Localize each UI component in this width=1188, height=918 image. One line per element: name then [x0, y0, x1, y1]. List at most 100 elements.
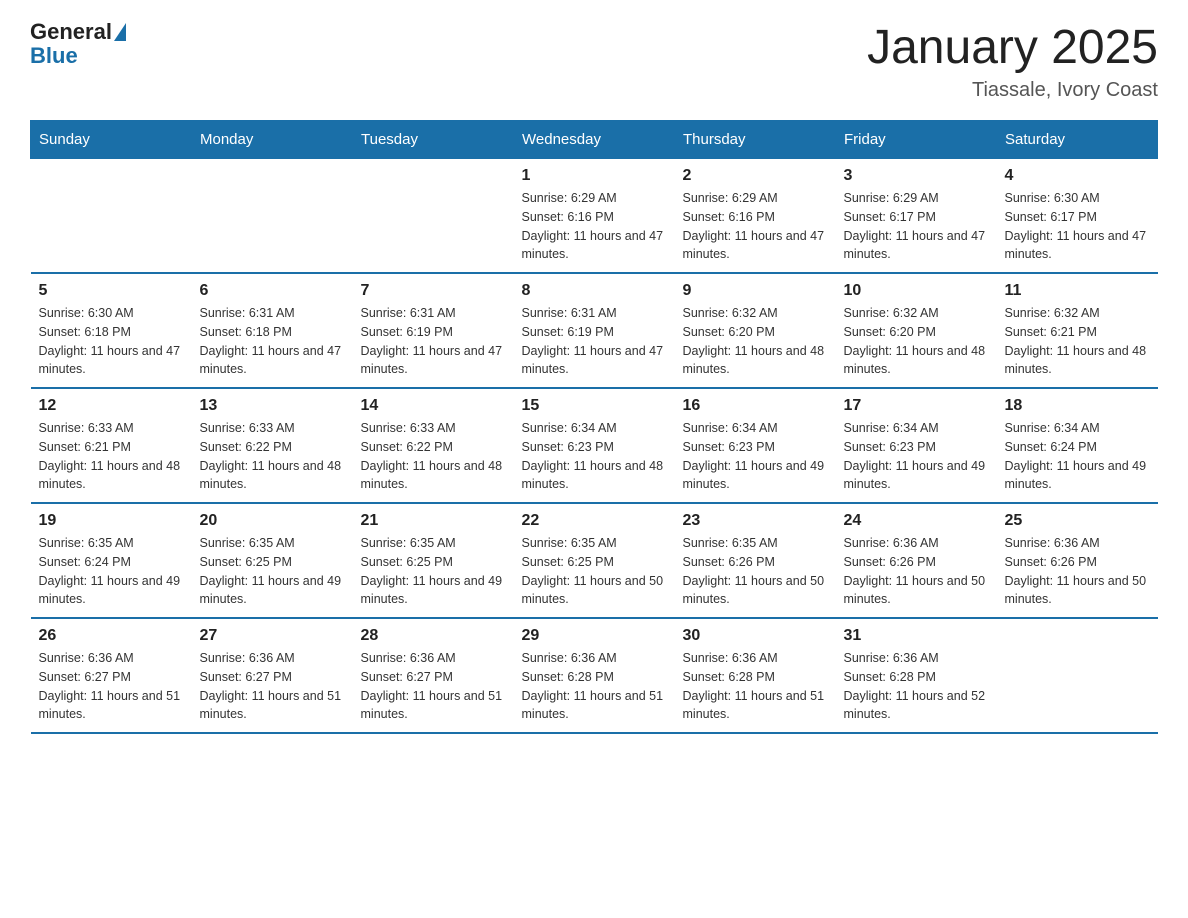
day-number: 25 — [1005, 512, 1150, 530]
day-info: Sunrise: 6:35 AMSunset: 6:25 PMDaylight:… — [522, 534, 667, 609]
calendar-cell: 9Sunrise: 6:32 AMSunset: 6:20 PMDaylight… — [675, 273, 836, 388]
calendar-cell: 16 Sunrise: 6:34 AMSunset: 6:23 PMDayligh… — [675, 388, 836, 503]
day-number: 15 — [522, 397, 667, 415]
calendar-cell: 12Sunrise: 6:33 AMSunset: 6:21 PMDayligh… — [31, 388, 192, 503]
day-number: 11 — [1005, 282, 1150, 300]
page-header: General Blue January 2025 Tiassale, Ivor… — [30, 20, 1158, 102]
calendar-cell: 5 Sunrise: 6:30 AMSunset: 6:18 PMDaylight… — [31, 273, 192, 388]
calendar-cell: 15 Sunrise: 6:34 AMSunset: 6:23 PMDayligh… — [514, 388, 675, 503]
day-info: Sunrise: 6:36 AMSunset: 6:28 PMDaylight:… — [683, 649, 828, 724]
calendar-cell: 20Sunrise: 6:35 AMSunset: 6:25 PMDayligh… — [192, 503, 353, 618]
calendar-body: 1 Sunrise: 6:29 AMSunset: 6:16 PMDaylight… — [31, 159, 1158, 734]
calendar-cell: 6 Sunrise: 6:31 AMSunset: 6:18 PMDaylight… — [192, 273, 353, 388]
week-row-4: 19Sunrise: 6:35 AMSunset: 6:24 PMDayligh… — [31, 503, 1158, 618]
calendar-cell: 29Sunrise: 6:36 AMSunset: 6:28 PMDayligh… — [514, 618, 675, 733]
calendar-cell: 30 Sunrise: 6:36 AMSunset: 6:28 PMDayligh… — [675, 618, 836, 733]
logo-triangle-icon — [114, 23, 126, 41]
day-info: Sunrise: 6:31 AMSunset: 6:18 PMDaylight:… — [200, 304, 345, 379]
weekday-header-saturday: Saturday — [997, 121, 1158, 159]
calendar-cell: 27Sunrise: 6:36 AMSunset: 6:27 PMDayligh… — [192, 618, 353, 733]
weekday-header-wednesday: Wednesday — [514, 121, 675, 159]
day-info: Sunrise: 6:32 AMSunset: 6:20 PMDaylight:… — [844, 304, 989, 379]
calendar-cell: 3 Sunrise: 6:29 AMSunset: 6:17 PMDaylight… — [836, 159, 997, 274]
calendar-cell: 26 Sunrise: 6:36 AMSunset: 6:27 PMDayligh… — [31, 618, 192, 733]
day-info: Sunrise: 6:34 AMSunset: 6:24 PMDaylight:… — [1005, 419, 1150, 494]
calendar-cell: 1 Sunrise: 6:29 AMSunset: 6:16 PMDaylight… — [514, 159, 675, 274]
day-number: 19 — [39, 512, 184, 530]
weekday-header-row: SundayMondayTuesdayWednesdayThursdayFrid… — [31, 121, 1158, 159]
week-row-3: 12Sunrise: 6:33 AMSunset: 6:21 PMDayligh… — [31, 388, 1158, 503]
day-number: 28 — [361, 627, 506, 645]
weekday-header-tuesday: Tuesday — [353, 121, 514, 159]
day-number: 5 — [39, 282, 184, 300]
day-info: Sunrise: 6:33 AMSunset: 6:22 PMDaylight:… — [361, 419, 506, 494]
day-info: Sunrise: 6:30 AMSunset: 6:18 PMDaylight:… — [39, 304, 184, 379]
day-info: Sunrise: 6:36 AMSunset: 6:27 PMDaylight:… — [361, 649, 506, 724]
calendar-cell: 22Sunrise: 6:35 AMSunset: 6:25 PMDayligh… — [514, 503, 675, 618]
day-number: 6 — [200, 282, 345, 300]
day-info: Sunrise: 6:36 AMSunset: 6:26 PMDaylight:… — [1005, 534, 1150, 609]
day-number: 4 — [1005, 167, 1150, 185]
day-number: 31 — [844, 627, 989, 645]
calendar-cell: 2 Sunrise: 6:29 AMSunset: 6:16 PMDaylight… — [675, 159, 836, 274]
day-number: 8 — [522, 282, 667, 300]
weekday-header-sunday: Sunday — [31, 121, 192, 159]
weekday-header-thursday: Thursday — [675, 121, 836, 159]
calendar-header: SundayMondayTuesdayWednesdayThursdayFrid… — [31, 121, 1158, 159]
day-number: 17 — [844, 397, 989, 415]
week-row-1: 1 Sunrise: 6:29 AMSunset: 6:16 PMDaylight… — [31, 159, 1158, 274]
day-info: Sunrise: 6:36 AMSunset: 6:26 PMDaylight:… — [844, 534, 989, 609]
day-info: Sunrise: 6:29 AMSunset: 6:16 PMDaylight:… — [683, 189, 828, 264]
day-info: Sunrise: 6:36 AMSunset: 6:27 PMDaylight:… — [39, 649, 184, 724]
calendar-title: January 2025 — [867, 20, 1158, 75]
day-number: 26 — [39, 627, 184, 645]
day-info: Sunrise: 6:34 AMSunset: 6:23 PMDaylight:… — [683, 419, 828, 494]
calendar-cell: 28 Sunrise: 6:36 AMSunset: 6:27 PMDayligh… — [353, 618, 514, 733]
day-info: Sunrise: 6:29 AMSunset: 6:16 PMDaylight:… — [522, 189, 667, 264]
week-row-2: 5 Sunrise: 6:30 AMSunset: 6:18 PMDaylight… — [31, 273, 1158, 388]
day-info: Sunrise: 6:32 AMSunset: 6:20 PMDaylight:… — [683, 304, 828, 379]
calendar-cell — [192, 159, 353, 274]
calendar-cell: 13 Sunrise: 6:33 AMSunset: 6:22 PMDayligh… — [192, 388, 353, 503]
calendar-subtitle: Tiassale, Ivory Coast — [867, 79, 1158, 102]
day-number: 12 — [39, 397, 184, 415]
calendar-cell: 23 Sunrise: 6:35 AMSunset: 6:26 PMDayligh… — [675, 503, 836, 618]
day-info: Sunrise: 6:30 AMSunset: 6:17 PMDaylight:… — [1005, 189, 1150, 264]
title-block: January 2025 Tiassale, Ivory Coast — [867, 20, 1158, 102]
calendar-cell — [353, 159, 514, 274]
day-number: 7 — [361, 282, 506, 300]
day-info: Sunrise: 6:35 AMSunset: 6:25 PMDaylight:… — [200, 534, 345, 609]
calendar-cell: 25 Sunrise: 6:36 AMSunset: 6:26 PMDayligh… — [997, 503, 1158, 618]
day-number: 29 — [522, 627, 667, 645]
calendar-cell: 21Sunrise: 6:35 AMSunset: 6:25 PMDayligh… — [353, 503, 514, 618]
day-number: 27 — [200, 627, 345, 645]
day-info: Sunrise: 6:34 AMSunset: 6:23 PMDaylight:… — [522, 419, 667, 494]
calendar-cell: 4 Sunrise: 6:30 AMSunset: 6:17 PMDaylight… — [997, 159, 1158, 274]
day-info: Sunrise: 6:29 AMSunset: 6:17 PMDaylight:… — [844, 189, 989, 264]
day-number: 1 — [522, 167, 667, 185]
day-info: Sunrise: 6:33 AMSunset: 6:22 PMDaylight:… — [200, 419, 345, 494]
calendar-cell: 11Sunrise: 6:32 AMSunset: 6:21 PMDayligh… — [997, 273, 1158, 388]
logo-blue-text: Blue — [30, 43, 78, 68]
calendar-table: SundayMondayTuesdayWednesdayThursdayFrid… — [30, 120, 1158, 734]
weekday-header-monday: Monday — [192, 121, 353, 159]
day-number: 2 — [683, 167, 828, 185]
calendar-cell: 17Sunrise: 6:34 AMSunset: 6:23 PMDayligh… — [836, 388, 997, 503]
day-number: 13 — [200, 397, 345, 415]
calendar-cell: 31Sunrise: 6:36 AMSunset: 6:28 PMDayligh… — [836, 618, 997, 733]
day-info: Sunrise: 6:35 AMSunset: 6:26 PMDaylight:… — [683, 534, 828, 609]
calendar-cell: 19Sunrise: 6:35 AMSunset: 6:24 PMDayligh… — [31, 503, 192, 618]
calendar-cell: 7 Sunrise: 6:31 AMSunset: 6:19 PMDaylight… — [353, 273, 514, 388]
day-info: Sunrise: 6:31 AMSunset: 6:19 PMDaylight:… — [361, 304, 506, 379]
week-row-5: 26 Sunrise: 6:36 AMSunset: 6:27 PMDayligh… — [31, 618, 1158, 733]
weekday-header-friday: Friday — [836, 121, 997, 159]
day-number: 14 — [361, 397, 506, 415]
day-number: 16 — [683, 397, 828, 415]
calendar-cell: 14 Sunrise: 6:33 AMSunset: 6:22 PMDayligh… — [353, 388, 514, 503]
day-number: 23 — [683, 512, 828, 530]
day-info: Sunrise: 6:35 AMSunset: 6:25 PMDaylight:… — [361, 534, 506, 609]
day-info: Sunrise: 6:31 AMSunset: 6:19 PMDaylight:… — [522, 304, 667, 379]
day-number: 30 — [683, 627, 828, 645]
day-number: 24 — [844, 512, 989, 530]
day-number: 3 — [844, 167, 989, 185]
